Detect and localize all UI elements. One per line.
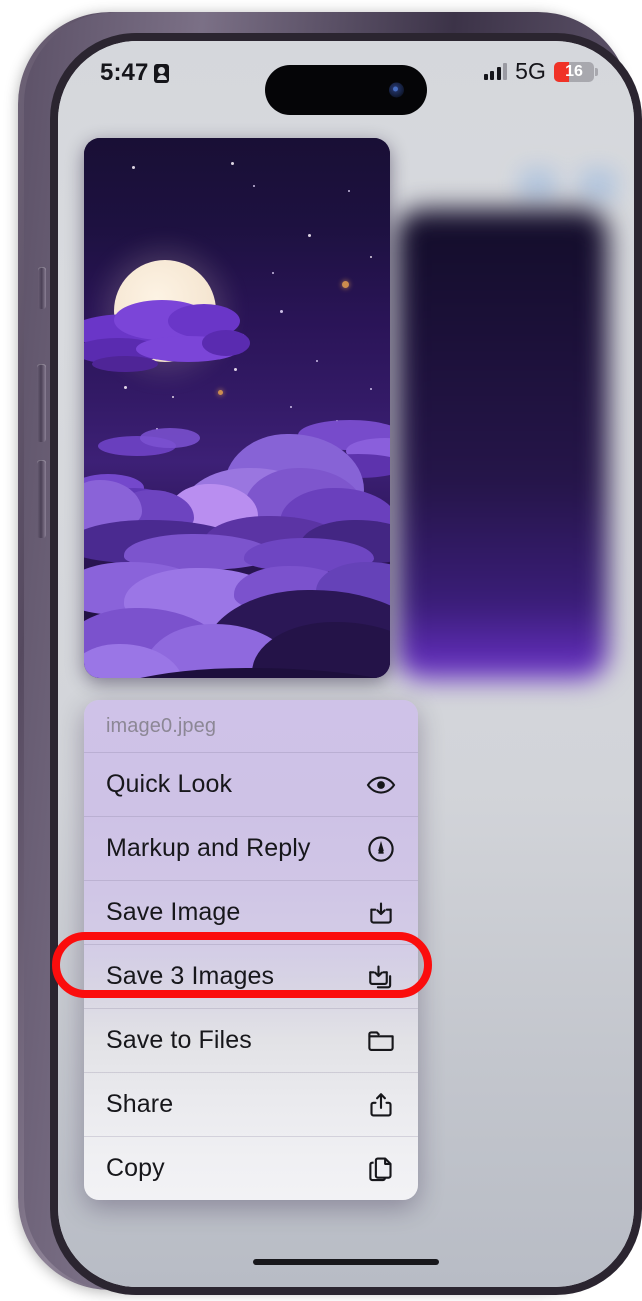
blurred-background-image-bubble — [396, 209, 608, 679]
screenshot-root: 5:47 5G 16 image0.jpeg Quick Look Markup… — [0, 0, 642, 1301]
volume-down-button[interactable] — [37, 460, 46, 538]
status-network: 5G — [515, 58, 546, 84]
share-icon — [366, 1090, 396, 1120]
status-time: 5:47 — [100, 59, 149, 86]
menu-item-markup-and-reply[interactable]: Markup and Reply — [84, 816, 418, 880]
eye-icon — [366, 770, 396, 800]
dynamic-island[interactable] — [265, 65, 427, 115]
menu-item-save-to-files[interactable]: Save to Files — [84, 1008, 418, 1072]
menu-item-copy[interactable]: Copy — [84, 1136, 418, 1200]
menu-item-save-3-images[interactable]: Save 3 Images — [84, 944, 418, 1008]
front-camera-icon — [389, 82, 404, 98]
menu-item-label: Copy — [106, 1154, 165, 1182]
menu-item-share[interactable]: Share — [84, 1072, 418, 1136]
context-menu-header: image0.jpeg — [84, 700, 418, 752]
battery-percent: 16 — [565, 62, 583, 80]
mute-switch-button[interactable] — [38, 267, 46, 309]
context-menu: image0.jpeg Quick Look Markup and Reply — [84, 700, 418, 1200]
menu-item-label: Save to Files — [106, 1026, 252, 1054]
image-preview[interactable] — [84, 138, 390, 678]
menu-item-label: Save 3 Images — [106, 962, 275, 990]
location-arrow-icon — [154, 63, 170, 83]
context-menu-filename: image0.jpeg — [106, 714, 217, 737]
menu-item-label: Share — [106, 1090, 174, 1118]
menu-item-save-image[interactable]: Save Image — [84, 880, 418, 944]
save-multiple-icon — [366, 962, 396, 992]
menu-item-label: Markup and Reply — [106, 834, 311, 862]
save-download-icon — [366, 898, 396, 928]
status-right-group: 5G 16 — [483, 58, 598, 85]
menu-item-quick-look[interactable]: Quick Look — [84, 752, 418, 816]
volume-up-button[interactable] — [37, 364, 46, 442]
menu-item-label: Save Image — [106, 898, 241, 926]
menu-item-label: Quick Look — [106, 770, 233, 798]
phone-frame-mid: 5:47 5G 16 image0.jpeg Quick Look Markup… — [24, 12, 642, 1295]
battery-icon: 16 — [554, 61, 598, 82]
home-indicator[interactable] — [253, 1259, 439, 1265]
phone-screen: 5:47 5G 16 image0.jpeg Quick Look Markup… — [58, 41, 634, 1287]
cellular-bars-icon — [483, 63, 508, 80]
markup-pen-icon — [366, 834, 396, 864]
folder-icon — [366, 1026, 396, 1056]
copy-icon — [366, 1154, 396, 1184]
status-time-group: 5:47 — [100, 59, 170, 87]
